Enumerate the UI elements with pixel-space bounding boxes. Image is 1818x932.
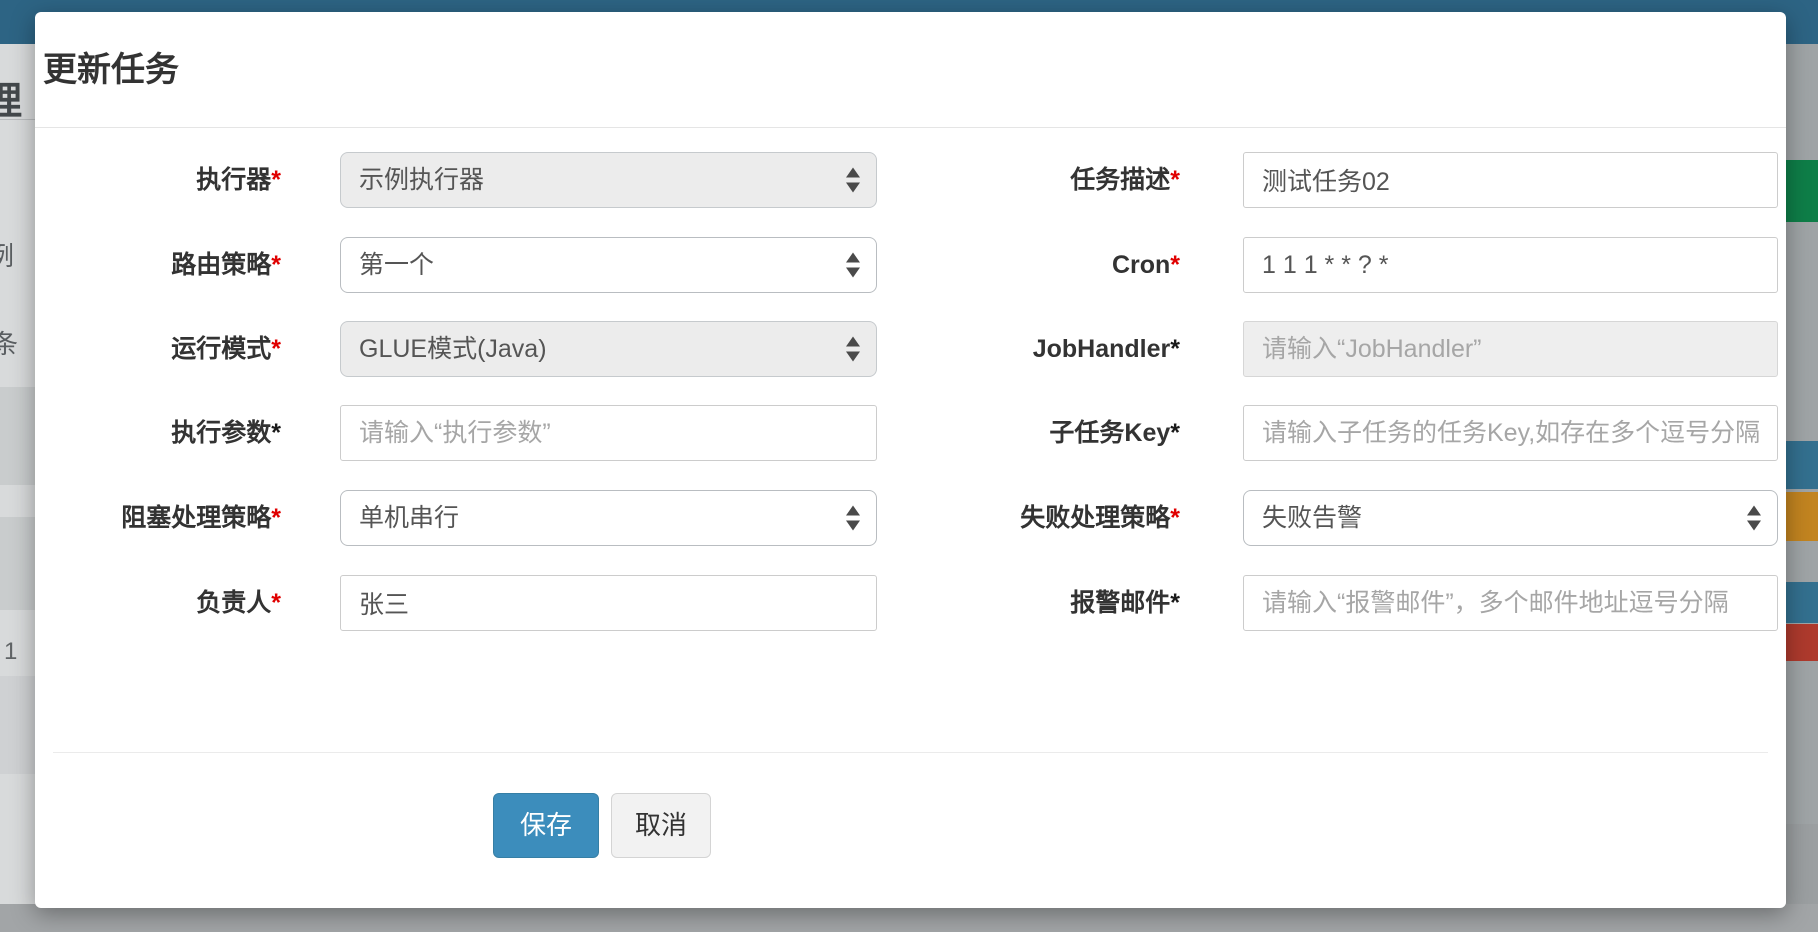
block-strategy-label: 阻塞处理策略* <box>35 490 281 546</box>
clipped-page-heading: 理 <box>0 70 22 125</box>
header-divider <box>35 127 1786 128</box>
jobhandler-label: JobHandler* <box>940 321 1180 377</box>
fail-strategy-select[interactable]: 失败告警 <box>1243 490 1778 546</box>
dialog-title: 更新任务 <box>43 42 179 91</box>
cron-input-wrap <box>1243 237 1778 293</box>
exec-param-label: 执行参数* <box>35 405 281 461</box>
page-backdrop-bottom <box>0 904 1818 932</box>
page-backdrop-right <box>1786 44 1818 932</box>
exec-param-input-wrap <box>340 405 877 461</box>
cron-input[interactable] <box>1262 239 1763 293</box>
exec-param-input[interactable] <box>359 407 862 461</box>
table-row-fragment <box>0 517 35 610</box>
owner-input-wrap <box>340 575 877 631</box>
select-arrows-icon <box>846 168 860 193</box>
clipped-text-fragment: 条 <box>0 324 18 361</box>
executor-select: 示例执行器 <box>340 152 877 208</box>
fail-strategy-label: 失败处理策略* <box>940 490 1180 546</box>
jobhandler-input-wrap <box>1243 321 1778 377</box>
owner-input[interactable] <box>359 576 862 630</box>
executor-label: 执行器* <box>35 152 281 208</box>
job-desc-label: 任务描述* <box>940 152 1180 208</box>
green-button-fragment <box>1786 160 1818 222</box>
red-button-fragment <box>1786 624 1818 661</box>
table-row-fragment <box>0 387 35 485</box>
clipped-text-fragment: 例 <box>0 236 14 273</box>
job-desc-input[interactable] <box>1262 153 1763 207</box>
alarm-email-label: 报警邮件* <box>940 575 1180 631</box>
route-strategy-select[interactable]: 第一个 <box>340 237 877 293</box>
glue-type-select: GLUE模式(Java) <box>340 321 877 377</box>
owner-label: 负责人* <box>35 575 281 631</box>
child-jobkey-input[interactable] <box>1262 407 1763 461</box>
cancel-button[interactable]: 取消 <box>611 793 711 858</box>
select-arrows-icon <box>846 253 860 278</box>
alarm-email-input-wrap <box>1243 575 1778 631</box>
jobhandler-input <box>1262 323 1763 377</box>
select-arrows-icon <box>846 337 860 362</box>
select-arrows-icon <box>846 506 860 531</box>
route-strategy-label: 路由策略* <box>35 237 281 293</box>
blue-button-fragment <box>1786 582 1818 623</box>
update-job-dialog: 更新任务 执行器* 示例执行器 任务描述* 路由策略* 第一个 Cron* 运行… <box>35 12 1786 908</box>
alarm-email-input[interactable] <box>1262 577 1763 631</box>
block-strategy-select[interactable]: 单机串行 <box>340 490 877 546</box>
page-number-fragment: 1 <box>4 638 17 666</box>
glue-type-label: 运行模式* <box>35 321 281 377</box>
orange-button-fragment <box>1786 492 1818 541</box>
child-jobkey-label: 子任务Key* <box>940 405 1180 461</box>
backdrop-divider <box>0 119 35 120</box>
page-backdrop-left: 理 例 条 1 <box>0 44 35 932</box>
blue-button-fragment <box>1786 441 1818 489</box>
job-desc-input-wrap <box>1243 152 1778 208</box>
child-jobkey-input-wrap <box>1243 405 1778 461</box>
select-arrows-icon <box>1747 506 1761 531</box>
save-button[interactable]: 保存 <box>493 793 599 858</box>
footer-divider <box>53 752 1768 753</box>
cron-label: Cron* <box>940 237 1180 293</box>
table-row-fragment <box>0 676 35 774</box>
